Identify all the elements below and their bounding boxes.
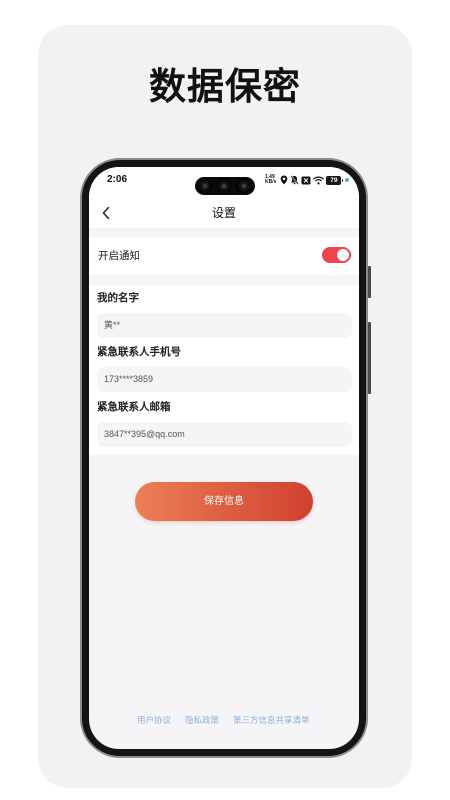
promo-title: 数据保密 — [149, 66, 301, 107]
privacy-policy-link[interactable]: 隐私政策 — [185, 714, 219, 726]
toggle-knob — [337, 249, 349, 261]
emergency-email-field[interactable]: 3847**395@qq.com — [97, 422, 352, 447]
camera-lens-icon — [236, 178, 252, 194]
net-speed-unit: KB/s — [265, 179, 277, 185]
footer-links: 用户协议 隐私政策 第三方信息共享清单 — [137, 714, 310, 726]
emergency-phone-label: 紧急联系人手机号 — [97, 346, 181, 358]
user-agreement-link[interactable]: 用户协议 — [137, 714, 171, 726]
green-dot-icon — [345, 178, 350, 182]
name-label: 我的名字 — [97, 292, 139, 304]
status-time: 2:06 — [107, 174, 128, 185]
emergency-email-label: 紧急联系人邮箱 — [97, 401, 171, 413]
wifi-icon — [313, 176, 325, 184]
phone-side-button-power — [368, 266, 371, 298]
camera-cutout — [195, 177, 255, 195]
status-icons: 1.49 KB/s 79 — [265, 173, 350, 187]
battery-icon: 79 — [326, 175, 344, 185]
phone-side-button-volume — [368, 322, 371, 394]
profile-card: 我的名字 黄** 紧急联系人手机号 173****3859 紧急联系人邮箱 38… — [89, 285, 359, 455]
camera-lens-icon — [216, 178, 232, 194]
name-field[interactable]: 黄** — [97, 313, 352, 338]
page-title: 设置 — [211, 206, 236, 220]
third-party-sharing-link[interactable]: 第三方信息共享清单 — [233, 714, 310, 726]
notification-row: 开启通知 — [89, 237, 359, 275]
notification-toggle[interactable] — [322, 247, 351, 263]
mute-icon — [290, 175, 300, 185]
emergency-phone-field[interactable]: 173****3859 — [97, 367, 352, 392]
notification-label: 开启通知 — [98, 250, 140, 262]
net-speed: 1.49 KB/s — [265, 175, 276, 185]
phone-screen: 2:06 1.49 KB/s 79 设置 开启通知 我的名字 黄** 紧急联系人… — [89, 167, 359, 749]
location-icon — [281, 175, 288, 185]
header: 2:06 1.49 KB/s 79 设置 — [89, 167, 359, 228]
camera-lens-icon — [197, 178, 213, 194]
no-sim-icon — [301, 176, 311, 184]
save-button[interactable]: 保存信息 — [135, 482, 313, 521]
